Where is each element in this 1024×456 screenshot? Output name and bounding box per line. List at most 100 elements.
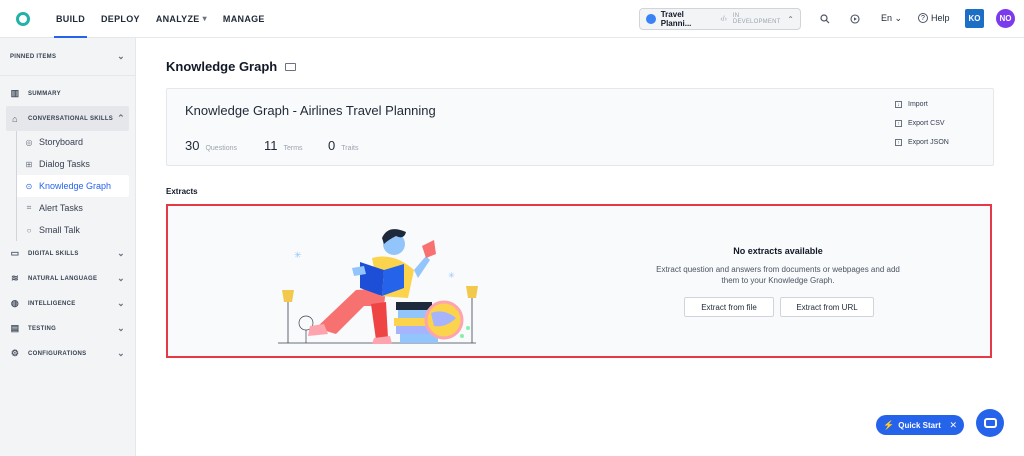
knowledge-icon: ⊙: [25, 181, 33, 191]
sidebar-item-conversational-skills[interactable]: ⌂ CONVERSATIONAL SKILLS ⌃: [6, 106, 129, 131]
conversational-skills-submenu: ◎ Storyboard ⊞ Dialog Tasks ⊙ Knowledge …: [16, 131, 135, 241]
gear-icon: ⚙: [10, 348, 20, 358]
user-avatar[interactable]: NO: [996, 9, 1015, 28]
sidebar-item-testing[interactable]: ▤ TESTING ⌄: [0, 316, 135, 341]
tab-build[interactable]: BUILD: [48, 0, 93, 38]
stat-value: 11: [264, 138, 278, 153]
chevron-down-icon: ⌄: [117, 51, 125, 61]
import-icon: ↓: [895, 101, 902, 108]
bot-selector[interactable]: Travel Planni... ‹/› IN DEVELOPMENT ⌃: [639, 8, 801, 30]
stat-terms: 11 Terms: [264, 138, 303, 153]
help-link[interactable]: ? Help: [918, 13, 950, 23]
sidebar-item-intelligence[interactable]: ◍ INTELLIGENCE ⌄: [0, 291, 135, 316]
account-avatar[interactable]: KO: [965, 9, 984, 28]
stat-value: 0: [328, 138, 336, 153]
sidebar-item-alert-tasks[interactable]: ⌗ Alert Tasks: [16, 197, 129, 219]
tab-deploy[interactable]: DEPLOY: [93, 0, 148, 38]
chevron-updown-icon: ⌃: [787, 14, 794, 24]
knowledge-graph-card: Knowledge Graph - Airlines Travel Planni…: [166, 88, 994, 166]
sidebar-item-summary[interactable]: ▥ SUMMARY: [0, 81, 135, 106]
chat-bubble-icon: [983, 418, 997, 428]
sidebar-item-storyboard[interactable]: ◎ Storyboard: [16, 131, 129, 153]
sidebar-item-digital-skills[interactable]: ▭ DIGITAL SKILLS ⌄: [0, 241, 135, 266]
bot-status: IN DEVELOPMENT: [732, 13, 781, 25]
sidebar-item-label: Dialog Tasks: [39, 159, 90, 169]
export-csv-label: Export CSV: [908, 120, 945, 127]
export-csv-action[interactable]: ↑ Export CSV: [895, 120, 945, 127]
top-nav: BUILD DEPLOY ANALYZE ▾ MANAGE: [0, 0, 1024, 38]
stat-label: Traits: [341, 145, 359, 152]
lightning-icon: ⚡: [883, 419, 895, 430]
page-title: Knowledge Graph: [166, 59, 278, 74]
sidebar: PINNED ITEMS ⌄ ▥ SUMMARY ⌂ CONVERSATIONA…: [0, 38, 136, 456]
dialog-icon: ⊞: [25, 159, 33, 169]
import-label: Import: [908, 101, 928, 108]
sidebar-item-configurations[interactable]: ⚙ CONFIGURATIONS ⌄: [0, 341, 135, 366]
chevron-down-icon: ⌄: [117, 323, 125, 333]
chevron-down-icon: ⌄: [117, 273, 125, 283]
sidebar-item-label: DIGITAL SKILLS: [28, 250, 79, 257]
tab-manage-label: MANAGE: [222, 13, 265, 24]
svg-text:✳: ✳: [448, 271, 455, 280]
tab-analyze-label: ANALYZE: [155, 13, 200, 24]
sidebar-item-label: Alert Tasks: [39, 203, 83, 213]
play-circle-icon[interactable]: [847, 11, 863, 27]
extracts-heading: Extracts: [166, 187, 198, 196]
export-icon: ↑: [895, 139, 902, 146]
chat-icon: ⌂: [12, 113, 18, 124]
clipboard-icon: ▤: [10, 323, 20, 333]
page-title-row: Knowledge Graph: [166, 59, 297, 74]
close-icon[interactable]: ✕: [949, 420, 957, 431]
tab-analyze[interactable]: ANALYZE ▾: [148, 0, 215, 38]
help-icon: ?: [918, 13, 928, 23]
bot-icon: [646, 14, 656, 24]
pinned-items-label: PINNED ITEMS: [10, 53, 57, 60]
sidebar-item-label: Knowledge Graph: [39, 181, 112, 191]
export-icon: ↑: [895, 120, 902, 127]
sidebar-item-knowledge-graph[interactable]: ⊙ Knowledge Graph: [16, 175, 129, 197]
chevron-down-icon: ⌄: [117, 348, 125, 358]
alert-icon: ⌗: [26, 203, 32, 212]
import-action[interactable]: ↓ Import: [895, 101, 928, 108]
pinned-items-header[interactable]: PINNED ITEMS ⌄: [0, 38, 135, 76]
storyboard-icon: ◎: [25, 137, 33, 147]
search-icon: ○: [26, 225, 32, 235]
chevron-down-icon: ⌄: [117, 298, 125, 308]
main-content: Knowledge Graph Knowledge Graph - Airlin…: [136, 38, 1024, 456]
book-icon[interactable]: [285, 62, 297, 71]
search-icon[interactable]: [817, 11, 833, 27]
language-selector[interactable]: En ⌄: [881, 13, 902, 24]
stat-label: Terms: [283, 145, 303, 152]
stat-traits: 0 Traits: [328, 138, 358, 153]
monitor-icon: ▭: [10, 248, 20, 258]
sidebar-item-label: Small Talk: [39, 225, 80, 235]
quick-start-label: Quick Start: [898, 420, 941, 430]
sidebar-item-label: Storyboard: [39, 137, 84, 147]
extracts-panel: ✳ ✳ No extracts available Extract questi…: [166, 204, 992, 358]
sidebar-item-label: NATURAL LANGUAGE: [28, 275, 98, 282]
nlp-icon: ≋: [11, 273, 19, 283]
stat-questions: 30 Questions: [185, 138, 237, 153]
sidebar-item-natural-language[interactable]: ≋ NATURAL LANGUAGE ⌄: [0, 266, 135, 291]
empty-state-title: No extracts available: [733, 246, 823, 256]
brain-icon: ◍: [10, 298, 20, 308]
tab-manage[interactable]: MANAGE: [215, 0, 273, 38]
extract-from-url-button[interactable]: Extract from URL: [780, 297, 874, 317]
tab-deploy-label: DEPLOY: [101, 13, 140, 24]
chat-support-button[interactable]: [976, 409, 1004, 437]
stat-label: Questions: [205, 145, 237, 152]
chart-icon: ▥: [10, 88, 20, 98]
extract-from-file-button[interactable]: Extract from file: [684, 297, 774, 317]
empty-state-description: Extract question and answers from docume…: [656, 265, 900, 285]
chevron-up-icon: ⌃: [117, 113, 125, 123]
sidebar-item-label: TESTING: [28, 325, 57, 332]
sidebar-item-dialog-tasks[interactable]: ⊞ Dialog Tasks: [16, 153, 129, 175]
sidebar-item-label: SUMMARY: [28, 90, 61, 97]
help-label: Help: [931, 13, 950, 23]
quick-start-button[interactable]: ⚡ Quick Start ✕: [876, 415, 964, 435]
tab-build-label: BUILD: [56, 13, 85, 24]
brand-logo[interactable]: [16, 11, 30, 26]
export-json-action[interactable]: ↑ Export JSON: [895, 139, 949, 146]
sidebar-item-small-talk[interactable]: ○ Small Talk: [16, 219, 129, 241]
reading-person-illustration: ✳ ✳: [278, 229, 478, 344]
